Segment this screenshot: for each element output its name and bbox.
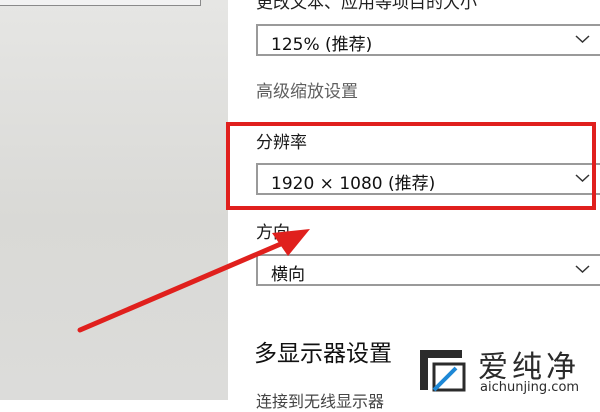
wireless-display-link[interactable]: 连接到无线显示器 [256, 388, 384, 412]
orientation-label: 方向 [256, 223, 290, 243]
multi-display-title: 多显示器设置 [254, 341, 392, 367]
scale-label: 更改文本、应用等项目的大小 [256, 0, 477, 13]
scale-value: 125% (推荐) [271, 35, 373, 55]
resolution-dropdown[interactable]: 1920 × 1080 (推荐) [256, 163, 600, 195]
scale-dropdown[interactable]: 125% (推荐) [256, 24, 600, 56]
watermark: 爱纯净 aichunjing.com [410, 342, 600, 400]
watermark-domain: aichunjing.com [480, 380, 580, 395]
watermark-logo-icon [420, 350, 466, 392]
background-window [0, 0, 228, 400]
chevron-down-icon [575, 35, 590, 44]
advanced-scaling-link[interactable]: 高级缩放设置 [256, 77, 358, 102]
resolution-label: 分辨率 [256, 133, 307, 153]
chevron-down-icon [575, 174, 590, 183]
orientation-dropdown[interactable]: 横向 [256, 254, 600, 286]
chevron-down-icon [575, 265, 590, 274]
window-edge [0, 0, 201, 6]
display-settings-panel: 更改文本、应用等项目的大小 125% (推荐) 高级缩放设置 分辨率 1920 … [228, 0, 600, 411]
orientation-value: 横向 [271, 265, 305, 285]
resolution-value: 1920 × 1080 (推荐) [271, 174, 436, 194]
